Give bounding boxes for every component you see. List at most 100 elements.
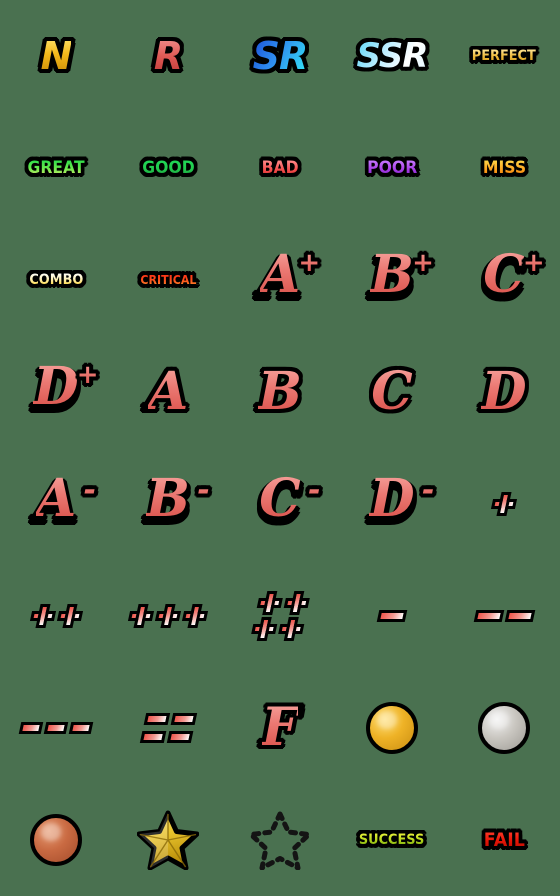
emoji-cell-mark-minus-4[interactable] [112, 672, 224, 784]
emoji-cell-grade-a-minus[interactable]: A A - - [0, 448, 112, 560]
emoji-cell-rank-n[interactable]: N N [0, 0, 112, 112]
emoji-cell-grade-a[interactable]: A A [112, 336, 224, 448]
grade-b-sticker: B B [258, 366, 302, 418]
emoji-cell-mark-plus-2[interactable] [0, 560, 112, 672]
grade-b-plus-sticker: B B + + [370, 249, 434, 306]
grade-a-plus-letter-fill: A [259, 244, 301, 305]
emoji-cell-mark-minus-3[interactable] [0, 672, 112, 784]
grade-b-minus-letter-fill: B [146, 468, 190, 529]
emoji-cell-grade-b[interactable]: B B [224, 336, 336, 448]
emoji-cell-medal-gold[interactable] [336, 672, 448, 784]
plus-mark-icon [28, 604, 57, 628]
grade-b-minus-sticker: B B - - [146, 473, 210, 530]
emoji-cell-rank-sr[interactable]: SR SR [224, 0, 336, 112]
rank-sr-fill: SR [252, 34, 309, 78]
plus-mark-icon [489, 492, 518, 516]
emoji-cell-grade-c-plus[interactable]: C C + + [448, 224, 560, 336]
mark-minus-4-sticker [139, 713, 197, 743]
emoji-cell-grade-a-plus[interactable]: A A + + [224, 224, 336, 336]
minus-mark-icon [473, 610, 504, 622]
mark-minus-2-sticker [473, 610, 535, 622]
grade-b-plus-letter: B B [370, 249, 414, 310]
grade-f-fill: F [261, 697, 299, 758]
minus-mark-icon [18, 722, 44, 734]
emoji-cell-grade-d-plus[interactable]: D D + + [0, 336, 112, 448]
minus-mark-icon [68, 722, 94, 734]
emoji-cell-judge-great[interactable]: GREAT GREAT [0, 112, 112, 224]
emoji-cell-mark-minus-1[interactable] [336, 560, 448, 672]
grade-c-plus-sticker: C C + + [483, 249, 544, 306]
mark-plus-3-row [126, 604, 209, 628]
emoji-cell-judge-bad[interactable]: BAD BAD [224, 112, 336, 224]
grade-d-minus-letter: D D [369, 473, 414, 534]
mark-plus-1-row [489, 492, 518, 516]
grade-c-plus-letter: C C [483, 249, 524, 310]
judge-combo-fill: COMBO [29, 272, 83, 288]
judge-critical-fill: CRITICAL [139, 273, 197, 287]
emoji-cell-judge-combo[interactable]: COMBO COMBO [0, 224, 112, 336]
emoji-cell-result-success[interactable]: SUCCESS SUCCESS [336, 784, 448, 896]
plus-mark-icon [126, 604, 155, 628]
emoji-cell-star-filled[interactable] [112, 784, 224, 896]
minus-mark-icon [143, 713, 170, 725]
emoji-cell-grade-d[interactable]: D D [448, 336, 560, 448]
emoji-cell-mark-minus-2[interactable] [448, 560, 560, 672]
emoji-cell-judge-critical[interactable]: CRITICAL CRITICAL [112, 224, 224, 336]
emoji-cell-grade-f[interactable]: F F [224, 672, 336, 784]
grade-b-plus-letter-fill: B [370, 244, 414, 305]
emoji-cell-result-fail[interactable]: FAIL FAIL [448, 784, 560, 896]
judge-great-sticker: GREAT GREAT [27, 159, 84, 177]
judge-bad-sticker: BAD BAD [261, 159, 298, 177]
judge-good-fill: GOOD [141, 157, 195, 178]
emoji-cell-judge-good[interactable]: GOOD GOOD [112, 112, 224, 224]
plus-mark-icon [255, 591, 284, 615]
emoji-cell-rank-r[interactable]: R R [112, 0, 224, 112]
minus-mark-icon [166, 731, 193, 743]
emoji-cell-judge-poor[interactable]: POOR POOR [336, 112, 448, 224]
result-fail-fill: FAIL [483, 828, 525, 851]
grade-f-sticker: F F [262, 702, 299, 754]
plus-mark-icon [276, 617, 305, 641]
grade-c-minus-letter-fill: C [259, 468, 301, 529]
emoji-cell-medal-bronze[interactable] [0, 784, 112, 896]
mark-plus-3-sticker [126, 604, 209, 628]
emoji-cell-judge-perfect[interactable]: PERFECT PERFECT [448, 0, 560, 112]
minus-mark-icon [139, 731, 166, 743]
grade-d-plus-letter-fill: D [33, 356, 79, 417]
emoji-cell-grade-d-minus[interactable]: D D - - [336, 448, 448, 560]
grade-d-minus-letter-fill: D [369, 468, 415, 529]
judge-perfect-fill: PERFECT [472, 48, 536, 64]
minus-mark-icon [376, 610, 408, 622]
emoji-cell-grade-c-minus[interactable]: C C - - [224, 448, 336, 560]
grade-d-fill: D [481, 361, 527, 422]
grade-c-sticker: C C [371, 366, 412, 418]
plus-mark-icon [282, 591, 311, 615]
emoji-cell-rank-ssr[interactable]: SSR SSR [336, 0, 448, 112]
plus-mark-icon [55, 604, 84, 628]
emoji-cell-judge-miss[interactable]: MISS MISS [448, 112, 560, 224]
emoji-cell-medal-silver[interactable] [448, 672, 560, 784]
grade-d-plus-sign-fill: + [76, 360, 99, 390]
emoji-cell-mark-plus-4[interactable] [224, 560, 336, 672]
grade-c-minus-sign: - - [308, 476, 320, 506]
grade-c-fill: C [371, 361, 413, 422]
emoji-cell-star-outline[interactable] [224, 784, 336, 896]
emoji-cell-grade-c[interactable]: C C [336, 336, 448, 448]
plus-mark-icon [180, 604, 209, 628]
plus-mark-icon [249, 617, 278, 641]
mark-minus-1-sticker [376, 610, 408, 622]
mark-plus-4-row-bottom [249, 617, 305, 641]
grade-c-plus-letter-fill: C [483, 244, 525, 305]
mark-minus-2-row [473, 610, 535, 622]
emoji-cell-mark-plus-1[interactable] [448, 448, 560, 560]
grade-a-minus-letter-fill: A [35, 468, 77, 529]
mark-plus-2-row [28, 604, 84, 628]
rank-ssr-sticker: SSR SSR [357, 39, 429, 73]
emoji-cell-grade-b-minus[interactable]: B B - - [112, 448, 224, 560]
grade-c-minus-letter: C C [259, 473, 300, 534]
grade-a-minus-letter: A A [36, 473, 76, 534]
emoji-cell-grade-b-plus[interactable]: B B + + [336, 224, 448, 336]
grade-d-plus-sticker: D D + + [33, 361, 98, 418]
mark-plus-4-sticker [249, 591, 311, 641]
emoji-cell-mark-plus-3[interactable] [112, 560, 224, 672]
